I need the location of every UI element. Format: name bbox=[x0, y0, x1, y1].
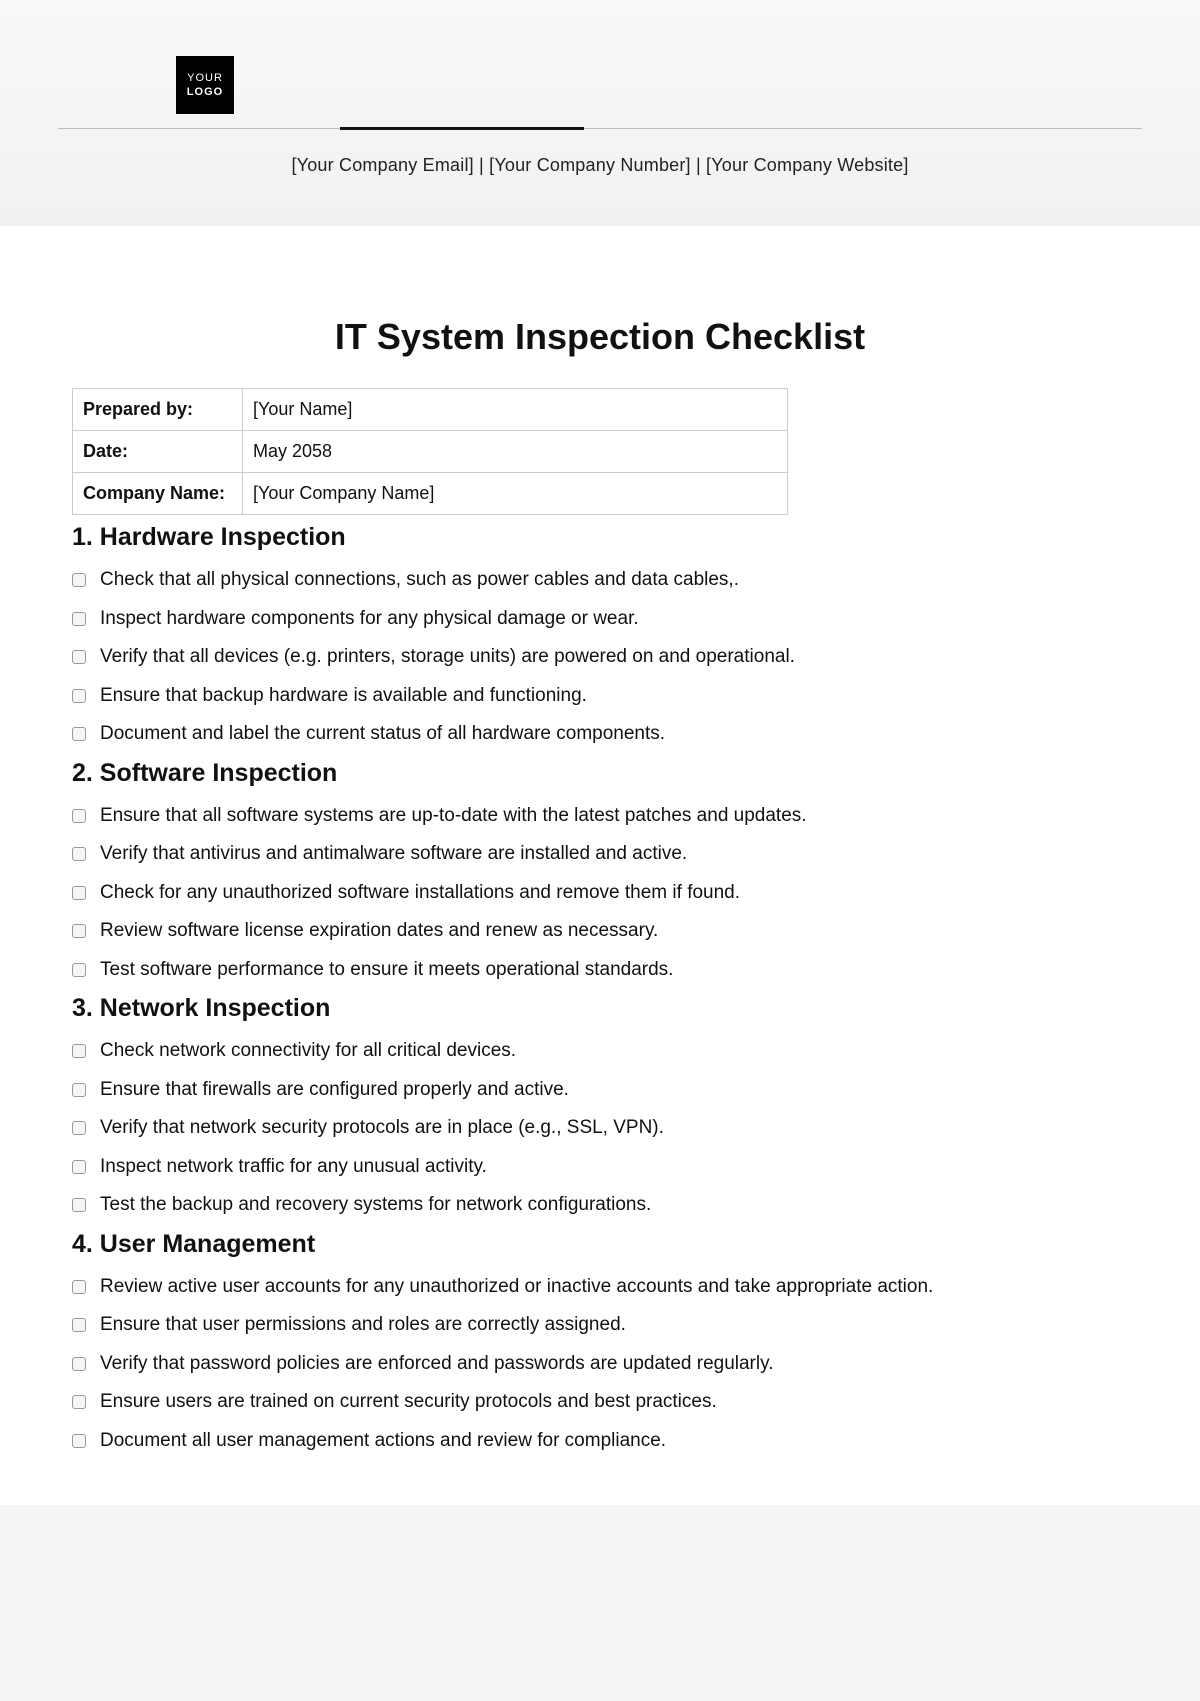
checklist-item: Review active user accounts for any unau… bbox=[72, 1273, 1128, 1302]
checklist-item: Document and label the current status of… bbox=[72, 720, 1128, 749]
checkbox[interactable] bbox=[72, 650, 86, 664]
checklist-item: Ensure that all software systems are up-… bbox=[72, 802, 1128, 831]
checklist-item: Check network connectivity for all criti… bbox=[72, 1037, 1128, 1066]
checkbox[interactable] bbox=[72, 847, 86, 861]
checklist-item-text: Check for any unauthorized software inst… bbox=[100, 879, 1128, 908]
checkbox[interactable] bbox=[72, 1121, 86, 1135]
meta-row: Prepared by:[Your Name] bbox=[73, 389, 788, 431]
checkbox[interactable] bbox=[72, 1044, 86, 1058]
checkbox[interactable] bbox=[72, 1318, 86, 1332]
checkbox[interactable] bbox=[72, 1160, 86, 1174]
contact-info: [Your Company Email] | [Your Company Num… bbox=[0, 155, 1200, 176]
checklist-item-text: Inspect hardware components for any phys… bbox=[100, 605, 1128, 634]
checklist-item-text: Verify that network security protocols a… bbox=[100, 1114, 1128, 1143]
checklist-item: Check for any unauthorized software inst… bbox=[72, 879, 1128, 908]
checklist-item: Verify that all devices (e.g. printers, … bbox=[72, 643, 1128, 672]
checklist-item: Verify that network security protocols a… bbox=[72, 1114, 1128, 1143]
checklist-item-text: Ensure that firewalls are configured pro… bbox=[100, 1076, 1128, 1105]
logo-line2: LOGO bbox=[187, 85, 223, 99]
checklist-item-text: Verify that all devices (e.g. printers, … bbox=[100, 643, 1128, 672]
checklist-item: Review software license expiration dates… bbox=[72, 917, 1128, 946]
section-heading: 4. User Management bbox=[72, 1230, 1128, 1259]
document-body: IT System Inspection Checklist Prepared … bbox=[0, 226, 1200, 1505]
page-title: IT System Inspection Checklist bbox=[72, 316, 1128, 358]
checklist-item-text: Verify that antivirus and antimalware so… bbox=[100, 840, 1128, 869]
checklist-item-text: Document all user management actions and… bbox=[100, 1427, 1128, 1456]
checklist-item-text: Check that all physical connections, suc… bbox=[100, 566, 1128, 595]
logo-placeholder: YOUR LOGO bbox=[176, 56, 234, 114]
meta-label: Company Name: bbox=[73, 473, 243, 515]
checkbox[interactable] bbox=[72, 886, 86, 900]
checkbox[interactable] bbox=[72, 1434, 86, 1448]
checkbox[interactable] bbox=[72, 924, 86, 938]
header-banner: YOUR LOGO [Your Company Email] | [Your C… bbox=[0, 0, 1200, 226]
checklist-item-text: Inspect network traffic for any unusual … bbox=[100, 1153, 1128, 1182]
checklist-item: Verify that password policies are enforc… bbox=[72, 1350, 1128, 1379]
checklist-item-text: Ensure that all software systems are up-… bbox=[100, 802, 1128, 831]
checklist-item: Ensure users are trained on current secu… bbox=[72, 1388, 1128, 1417]
checklist-item: Inspect hardware components for any phys… bbox=[72, 605, 1128, 634]
checkbox[interactable] bbox=[72, 809, 86, 823]
checklist-item: Test the backup and recovery systems for… bbox=[72, 1191, 1128, 1220]
checklist-item-text: Verify that password policies are enforc… bbox=[100, 1350, 1128, 1379]
meta-value: May 2058 bbox=[243, 431, 788, 473]
section-heading: 1. Hardware Inspection bbox=[72, 523, 1128, 552]
checklist-item: Test software performance to ensure it m… bbox=[72, 956, 1128, 985]
checklist-item-text: Ensure that user permissions and roles a… bbox=[100, 1311, 1128, 1340]
checklist-item: Ensure that backup hardware is available… bbox=[72, 682, 1128, 711]
checkbox[interactable] bbox=[72, 573, 86, 587]
meta-value: [Your Company Name] bbox=[243, 473, 788, 515]
checklist-item: Verify that antivirus and antimalware so… bbox=[72, 840, 1128, 869]
checklist-item-text: Review software license expiration dates… bbox=[100, 917, 1128, 946]
checklist-item-text: Ensure users are trained on current secu… bbox=[100, 1388, 1128, 1417]
meta-table: Prepared by:[Your Name]Date:May 2058Comp… bbox=[72, 388, 788, 515]
checkbox[interactable] bbox=[72, 1395, 86, 1409]
checklist-item: Ensure that firewalls are configured pro… bbox=[72, 1076, 1128, 1105]
checkbox[interactable] bbox=[72, 689, 86, 703]
section-heading: 3. Network Inspection bbox=[72, 994, 1128, 1023]
checklist-item: Ensure that user permissions and roles a… bbox=[72, 1311, 1128, 1340]
meta-row: Date:May 2058 bbox=[73, 431, 788, 473]
checklist-item: Check that all physical connections, suc… bbox=[72, 566, 1128, 595]
checklist-item-text: Check network connectivity for all criti… bbox=[100, 1037, 1128, 1066]
checklist-item-text: Test software performance to ensure it m… bbox=[100, 956, 1128, 985]
checkbox[interactable] bbox=[72, 1083, 86, 1097]
checkbox[interactable] bbox=[72, 612, 86, 626]
header-divider bbox=[0, 128, 1200, 129]
checklist-item: Document all user management actions and… bbox=[72, 1427, 1128, 1456]
checkbox[interactable] bbox=[72, 1198, 86, 1212]
checklist-item: Inspect network traffic for any unusual … bbox=[72, 1153, 1128, 1182]
meta-label: Prepared by: bbox=[73, 389, 243, 431]
checklist-item-text: Review active user accounts for any unau… bbox=[100, 1273, 1128, 1302]
checkbox[interactable] bbox=[72, 963, 86, 977]
logo-line1: YOUR bbox=[187, 71, 223, 85]
meta-value: [Your Name] bbox=[243, 389, 788, 431]
checkbox[interactable] bbox=[72, 727, 86, 741]
section-heading: 2. Software Inspection bbox=[72, 759, 1128, 788]
checklist-item-text: Document and label the current status of… bbox=[100, 720, 1128, 749]
checkbox[interactable] bbox=[72, 1357, 86, 1371]
meta-row: Company Name:[Your Company Name] bbox=[73, 473, 788, 515]
checklist-item-text: Ensure that backup hardware is available… bbox=[100, 682, 1128, 711]
checkbox[interactable] bbox=[72, 1280, 86, 1294]
meta-label: Date: bbox=[73, 431, 243, 473]
checklist-item-text: Test the backup and recovery systems for… bbox=[100, 1191, 1128, 1220]
